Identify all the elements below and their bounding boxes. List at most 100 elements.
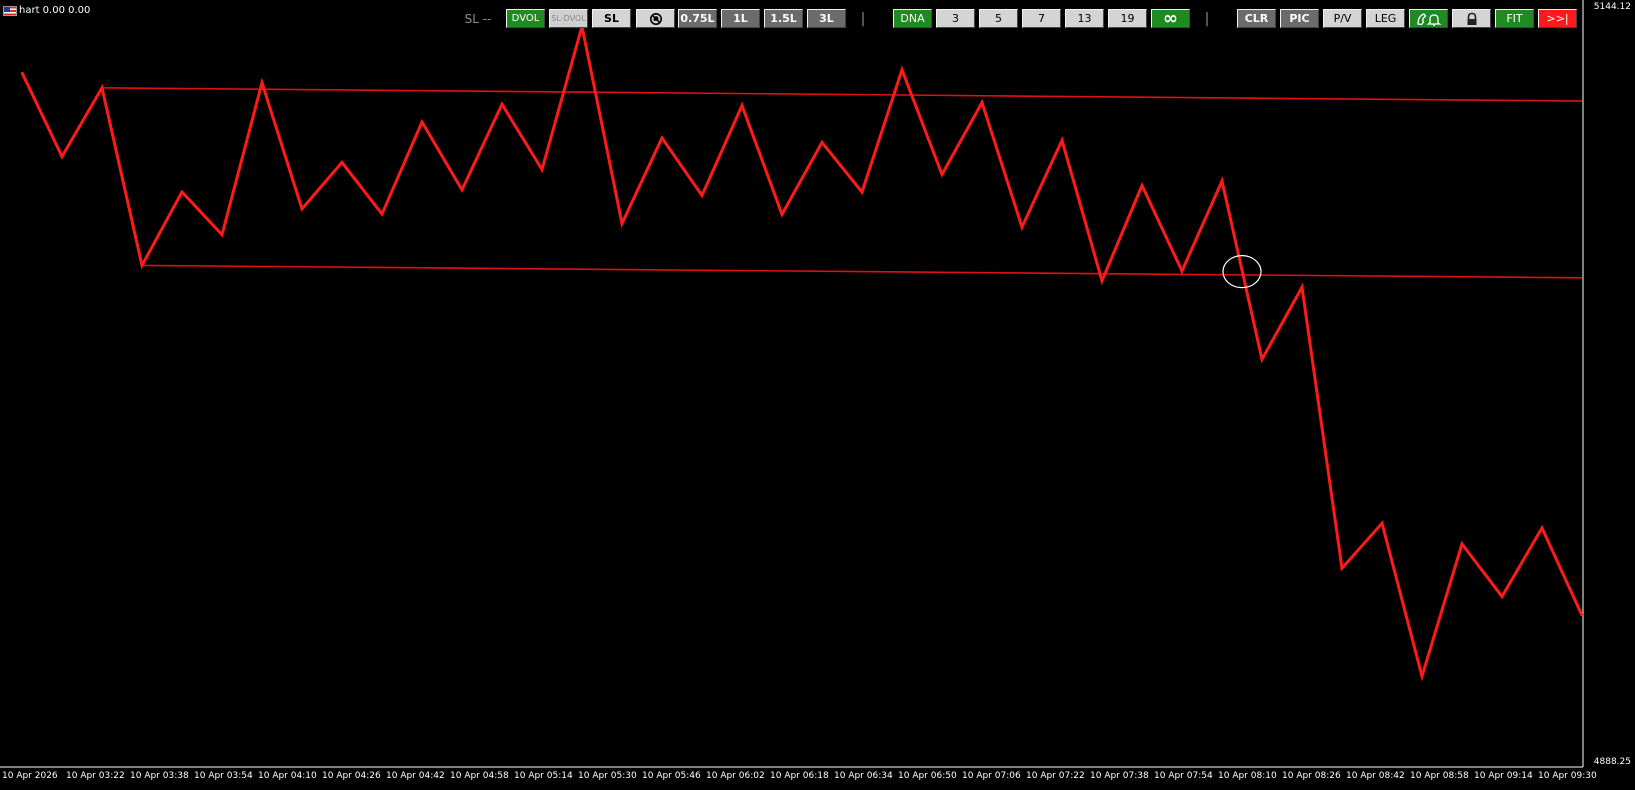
lot-1-button[interactable]: 1L xyxy=(721,9,760,28)
period-7-button[interactable]: 7 xyxy=(1022,9,1061,28)
dvol-button[interactable]: DVOL xyxy=(506,9,545,28)
data-point xyxy=(781,213,783,216)
data-point xyxy=(941,173,943,176)
period-5-button[interactable]: 5 xyxy=(979,9,1018,28)
time-axis-label: 10 Apr 08:58 xyxy=(1410,771,1469,781)
lot-1-5-button[interactable]: 1.5L xyxy=(764,9,803,28)
data-point xyxy=(381,213,383,216)
infinity-button[interactable]: ∞ xyxy=(1151,8,1190,29)
data-point xyxy=(261,81,263,84)
time-axis-label: 10 Apr 07:22 xyxy=(1026,771,1085,781)
data-point xyxy=(1181,270,1183,272)
data-point xyxy=(1341,567,1343,570)
data-point xyxy=(1061,139,1063,142)
channel-line-0[interactable] xyxy=(101,87,1583,102)
data-point xyxy=(1381,522,1383,525)
data-point xyxy=(1501,595,1503,598)
time-axis-label: 10 Apr 05:14 xyxy=(514,771,573,781)
dna-button[interactable]: DNA xyxy=(893,9,932,28)
time-axis-label: 10 Apr 09:14 xyxy=(1474,771,1533,781)
data-point xyxy=(541,168,543,171)
data-point xyxy=(981,101,983,104)
data-point xyxy=(1301,286,1303,289)
data-point xyxy=(901,68,903,71)
sl-button[interactable]: SL xyxy=(592,9,631,28)
price-axis-bottom-label: 4888.25 xyxy=(1593,757,1631,767)
time-axis-label: 10 Apr 09:30 xyxy=(1538,771,1597,781)
time-axis-label: 10 Apr 07:54 xyxy=(1154,771,1213,781)
lot-3-button[interactable]: 3L xyxy=(807,9,846,28)
price-volume-button[interactable]: P/V xyxy=(1323,9,1362,28)
data-point xyxy=(501,103,503,106)
data-point xyxy=(861,191,863,193)
price-series-line xyxy=(20,25,1584,682)
lock-button[interactable] xyxy=(1452,9,1491,28)
price-axis-top-label: 5144.12 xyxy=(1593,2,1631,12)
lock-icon xyxy=(1467,12,1476,25)
period-13-button[interactable]: 13 xyxy=(1065,9,1104,28)
data-point xyxy=(621,222,623,225)
data-point xyxy=(301,207,303,210)
alarm-off-button[interactable] xyxy=(636,9,675,28)
channel-line-1[interactable] xyxy=(141,264,1583,279)
data-point xyxy=(21,71,23,74)
time-axis-label: 10 Apr 03:54 xyxy=(194,771,253,781)
data-point xyxy=(61,155,63,158)
data-point xyxy=(701,194,703,197)
data-point xyxy=(181,191,183,193)
time-axis-label: 10 Apr 2026 xyxy=(2,771,58,781)
time-axis-label: 10 Apr 06:50 xyxy=(898,771,957,781)
series-line xyxy=(20,25,1584,682)
alarm-off-icon xyxy=(649,12,662,25)
data-point xyxy=(341,161,343,164)
chart-title: hart 0.00 0.00 xyxy=(3,4,90,18)
data-point xyxy=(221,233,223,236)
period-3-button[interactable]: 3 xyxy=(936,9,975,28)
chart-title-text: hart 0.00 0.00 xyxy=(19,5,91,16)
data-point xyxy=(661,137,663,139)
time-axis-label: 10 Apr 06:02 xyxy=(706,771,765,781)
time-axis-label: 10 Apr 07:06 xyxy=(962,771,1021,781)
alerts-button[interactable] xyxy=(1409,9,1448,28)
picture-button[interactable]: PIC xyxy=(1280,9,1319,28)
data-point xyxy=(1421,675,1423,678)
period-19-button[interactable]: 19 xyxy=(1108,9,1147,28)
time-axis-label: 10 Apr 04:10 xyxy=(258,771,317,781)
data-point xyxy=(461,188,463,191)
price-chart[interactable] xyxy=(0,0,1635,790)
time-axis-label: 10 Apr 05:30 xyxy=(578,771,637,781)
time-axis-label: 10 Apr 04:42 xyxy=(386,771,445,781)
time-axis-label: 10 Apr 04:58 xyxy=(450,771,509,781)
data-point xyxy=(141,264,143,267)
data-point xyxy=(821,141,823,144)
data-point xyxy=(1261,358,1263,361)
toolbar-separator-2: | xyxy=(1204,10,1210,27)
phone-bell-icon xyxy=(1416,12,1442,26)
time-axis-label: 10 Apr 04:26 xyxy=(322,771,381,781)
fit-button[interactable]: FIT xyxy=(1495,9,1534,28)
time-axis-label: 10 Apr 08:42 xyxy=(1346,771,1405,781)
data-point xyxy=(1141,184,1143,187)
chart-window: hart 0.00 0.00 SL -- DVOL SL-DVOL SL 0.7… xyxy=(0,0,1635,790)
data-point xyxy=(1581,614,1583,617)
data-point xyxy=(1021,226,1023,229)
time-axis-label: 10 Apr 06:34 xyxy=(834,771,893,781)
time-axis-label: 10 Apr 03:38 xyxy=(130,771,189,781)
time-axis-label: 10 Apr 03:22 xyxy=(66,771,125,781)
data-point xyxy=(1101,279,1103,282)
data-point xyxy=(421,121,423,123)
toolbar-separator: | xyxy=(860,10,866,27)
legend-button[interactable]: LEG xyxy=(1366,9,1405,28)
time-axis-label: 10 Apr 05:46 xyxy=(642,771,701,781)
clear-button[interactable]: CLR xyxy=(1237,9,1276,28)
sl-status-label: SL -- xyxy=(464,11,492,26)
time-axis-label: 10 Apr 08:10 xyxy=(1218,771,1277,781)
scroll-to-end-button[interactable]: >>| xyxy=(1538,9,1577,28)
sl-dvol-button[interactable]: SL-DVOL xyxy=(549,9,588,28)
time-axis-label: 10 Apr 07:38 xyxy=(1090,771,1149,781)
lot-0-75-button[interactable]: 0.75L xyxy=(678,9,717,28)
us-flag-icon xyxy=(3,6,17,16)
data-point xyxy=(741,104,743,107)
data-point xyxy=(101,86,103,89)
data-point xyxy=(1541,527,1543,529)
